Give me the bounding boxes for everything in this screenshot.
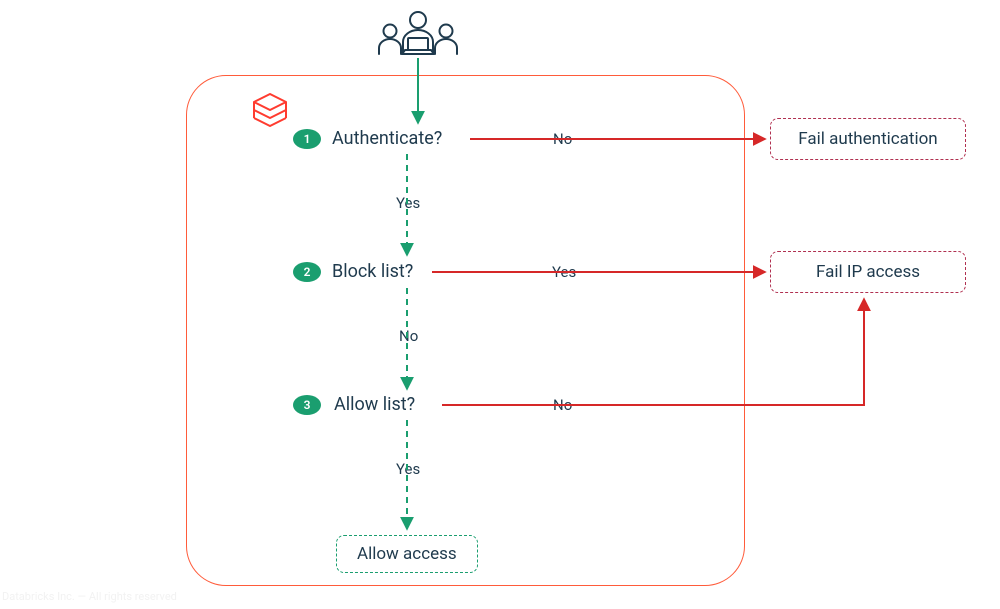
step-badge-2: 2	[293, 262, 321, 282]
step-question-1: Authenticate?	[332, 128, 442, 149]
step2-no-label: No	[395, 327, 422, 345]
step3-no-label: No	[549, 396, 576, 414]
step1-yes-label: Yes	[392, 194, 424, 212]
fail-authentication-box: Fail authentication	[770, 118, 966, 160]
step-question-2: Block list?	[332, 261, 413, 282]
step-badge-3: 3	[293, 395, 321, 415]
step1-no-label: No	[549, 130, 576, 148]
step-question-3: Allow list?	[334, 394, 415, 415]
step2-yes-label: Yes	[548, 263, 580, 281]
diagram-canvas: 1 Authenticate? No Yes 2 Block list? Yes…	[0, 0, 1000, 609]
step3-yes-label: Yes	[392, 460, 424, 478]
fail-ip-access-box: Fail IP access	[770, 251, 966, 293]
step-badge-1: 1	[293, 129, 321, 149]
allow-access-box: Allow access	[336, 535, 478, 573]
databricks-logo-icon	[250, 92, 290, 136]
copyright-text: Databricks Inc. — All rights reserved	[2, 590, 177, 603]
workspace-container	[186, 75, 745, 586]
